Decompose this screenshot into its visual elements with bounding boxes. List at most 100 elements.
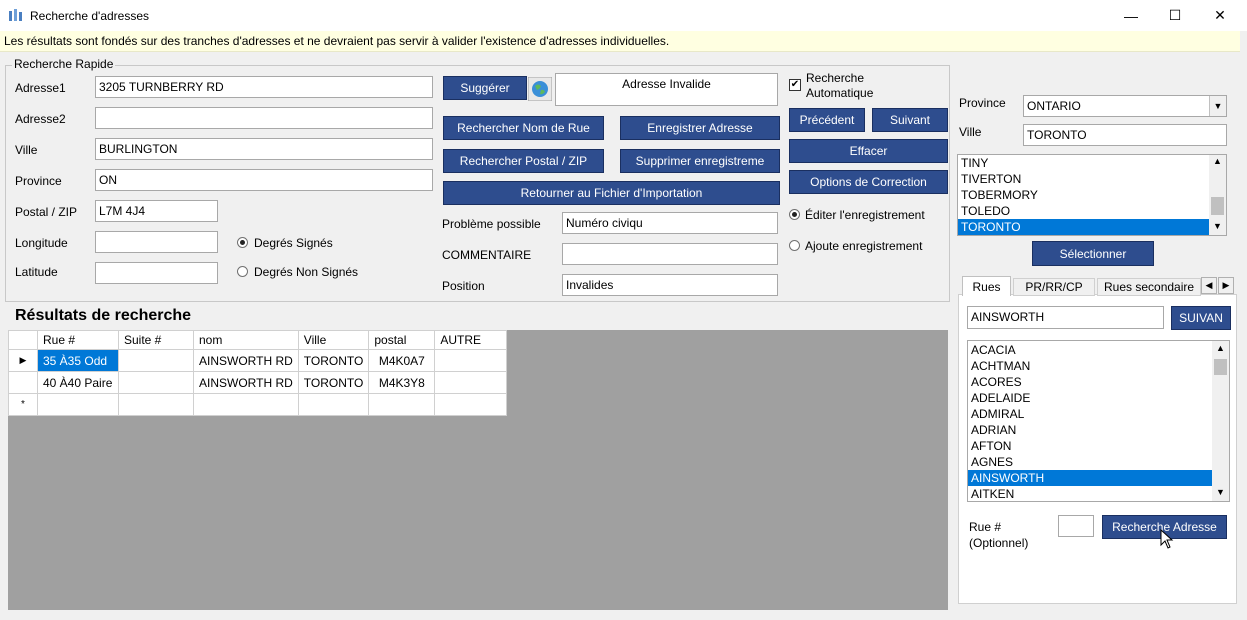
minimize-button[interactable]: — <box>1108 0 1154 31</box>
next-street-button[interactable]: SUIVAN <box>1171 306 1231 330</box>
list-item[interactable]: ACHTMAN <box>968 358 1213 374</box>
right-province-value: ONTARIO <box>1027 99 1081 113</box>
list-item-selected[interactable]: AINSWORTH <box>968 470 1213 486</box>
tab-scroll-left-icon[interactable]: ◀ <box>1201 277 1217 294</box>
suggest-button[interactable]: Suggérer <box>443 76 527 100</box>
add-record-label: Ajoute enregistrement <box>805 239 923 253</box>
table-cell[interactable]: M4K3Y8 <box>368 371 436 394</box>
table-cell[interactable] <box>37 393 119 416</box>
table-cell[interactable]: AINSWORTH RD <box>193 371 299 394</box>
list-item[interactable]: ADELAIDE <box>968 390 1213 406</box>
list-item[interactable]: ACORES <box>968 374 1213 390</box>
rue-number-field[interactable] <box>1058 515 1094 537</box>
table-cell[interactable]: TORONTO <box>297 371 370 394</box>
scroll-thumb[interactable] <box>1211 197 1224 215</box>
rue-number-label: Rue # <box>969 520 1002 534</box>
column-header[interactable]: AUTRE <box>434 330 508 350</box>
list-item[interactable]: TOBERMORY <box>958 187 1210 203</box>
city-scrollbar[interactable]: ▲ ▼ <box>1209 155 1226 235</box>
scroll-up-icon[interactable]: ▲ <box>1213 156 1222 166</box>
table-cell[interactable]: 40 À40 Paire <box>37 371 119 394</box>
table-cell[interactable] <box>193 393 299 416</box>
column-header[interactable]: Rue # <box>37 330 119 350</box>
return-import-button[interactable]: Retourner au Fichier d'Importation <box>443 181 780 205</box>
column-header[interactable]: postal <box>368 330 436 350</box>
search-street-name-button[interactable]: Rechercher Nom de Rue <box>443 116 604 140</box>
column-header[interactable]: Suite # <box>118 330 194 350</box>
table-new-row[interactable]: * <box>8 393 508 416</box>
table-row[interactable]: 40 À40 Paire AINSWORTH RD TORONTO M4K3Y8 <box>8 371 508 394</box>
table-cell[interactable] <box>118 393 194 416</box>
province-field[interactable]: ON <box>95 169 433 191</box>
add-record-radio[interactable] <box>789 240 800 251</box>
auto-search-checkbox[interactable]: ✔ <box>789 79 801 91</box>
tab-rues[interactable]: Rues <box>962 276 1011 296</box>
scroll-up-icon[interactable]: ▲ <box>1216 343 1225 353</box>
list-item[interactable]: ADRIAN <box>968 422 1213 438</box>
ville-field[interactable]: BURLINGTON <box>95 138 433 160</box>
postal-field[interactable]: L7M 4J4 <box>95 200 218 222</box>
list-item[interactable]: TOLEDO <box>958 203 1210 219</box>
right-province-select[interactable]: ONTARIO ▼ <box>1023 95 1227 117</box>
tab-pr-rr-cp[interactable]: PR/RR/CP <box>1013 278 1095 296</box>
table-cell[interactable]: TORONTO <box>297 349 370 372</box>
adresse2-label: Adresse2 <box>15 112 66 126</box>
problem-field[interactable]: Numéro civiqu <box>562 212 778 234</box>
street-search-field[interactable]: AINSWORTH <box>967 306 1164 329</box>
scroll-thumb[interactable] <box>1214 359 1227 375</box>
save-address-button[interactable]: Enregistrer Adresse <box>620 116 780 140</box>
table-cell[interactable] <box>118 349 194 372</box>
search-postal-button[interactable]: Rechercher Postal / ZIP <box>443 149 604 173</box>
select-city-button[interactable]: Sélectionner <box>1032 241 1154 266</box>
adresse2-field[interactable] <box>95 107 433 129</box>
street-scrollbar[interactable]: ▲ ▼ <box>1212 341 1229 501</box>
list-item[interactable]: AFTON <box>968 438 1213 454</box>
list-item[interactable]: AITKEN <box>968 486 1213 501</box>
table-row[interactable]: ▶ 35 À35 Odd AINSWORTH RD TORONTO M4K0A7 <box>8 349 508 372</box>
table-cell[interactable] <box>297 393 370 416</box>
table-cell[interactable] <box>434 349 508 372</box>
table-cell[interactable] <box>434 371 508 394</box>
unsigned-degrees-radio[interactable] <box>237 266 248 277</box>
clear-button[interactable]: Effacer <box>789 139 948 163</box>
scroll-down-icon[interactable]: ▼ <box>1213 221 1222 231</box>
longitude-field[interactable] <box>95 231 218 253</box>
table-cell[interactable] <box>368 393 436 416</box>
auto-search-label: Recherche Automatique <box>806 71 874 100</box>
list-item[interactable]: ADMIRAL <box>968 406 1213 422</box>
table-cell[interactable]: 35 À35 Odd <box>37 349 119 372</box>
list-item-selected[interactable]: TORONTO <box>958 219 1210 235</box>
list-item[interactable]: ACACIA <box>968 342 1213 358</box>
adresse1-field[interactable]: 3205 TURNBERRY RD <box>95 76 433 98</box>
close-button[interactable]: ✕ <box>1197 0 1243 31</box>
tab-rues-secondaire[interactable]: Rues secondaire <box>1097 278 1201 296</box>
edit-record-radio[interactable] <box>789 209 800 220</box>
table-cell[interactable] <box>434 393 508 416</box>
table-cell[interactable]: M4K0A7 <box>368 349 436 372</box>
results-grid[interactable]: Rue # Suite # nom Ville postal AUTRE ▶ 3… <box>8 330 948 610</box>
list-item[interactable]: AGNES <box>968 454 1213 470</box>
table-cell[interactable]: AINSWORTH RD <box>193 349 299 372</box>
notice-text: Les résultats sont fondés sur des tranch… <box>4 34 670 48</box>
table-cell[interactable] <box>118 371 194 394</box>
maximize-button[interactable]: ☐ <box>1152 0 1198 31</box>
city-listbox[interactable]: TINY TIVERTON TOBERMORY TOLEDO TORONTO ▲… <box>957 154 1227 236</box>
latitude-field[interactable] <box>95 262 218 284</box>
correction-options-button[interactable]: Options de Correction <box>789 170 948 194</box>
tab-scroll-right-icon[interactable]: ▶ <box>1218 277 1234 294</box>
street-listbox[interactable]: ACACIA ACHTMAN ACORES ADELAIDE ADMIRAL A… <box>967 340 1230 502</box>
next-button[interactable]: Suivant <box>872 108 948 132</box>
right-ville-field[interactable]: TORONTO <box>1023 124 1227 146</box>
comment-field[interactable] <box>562 243 778 265</box>
list-item[interactable]: TIVERTON <box>958 171 1210 187</box>
column-header[interactable]: nom <box>193 330 299 350</box>
previous-button[interactable]: Précédent <box>789 108 865 132</box>
chevron-down-icon[interactable]: ▼ <box>1209 96 1226 116</box>
globe-icon[interactable] <box>528 77 552 101</box>
list-item[interactable]: TINY <box>958 155 1210 171</box>
position-field[interactable]: Invalides <box>562 274 778 296</box>
scroll-down-icon[interactable]: ▼ <box>1216 487 1225 497</box>
column-header[interactable]: Ville <box>297 330 370 350</box>
delete-record-button[interactable]: Supprimer enregistreme <box>620 149 780 173</box>
signed-degrees-radio[interactable] <box>237 237 248 248</box>
